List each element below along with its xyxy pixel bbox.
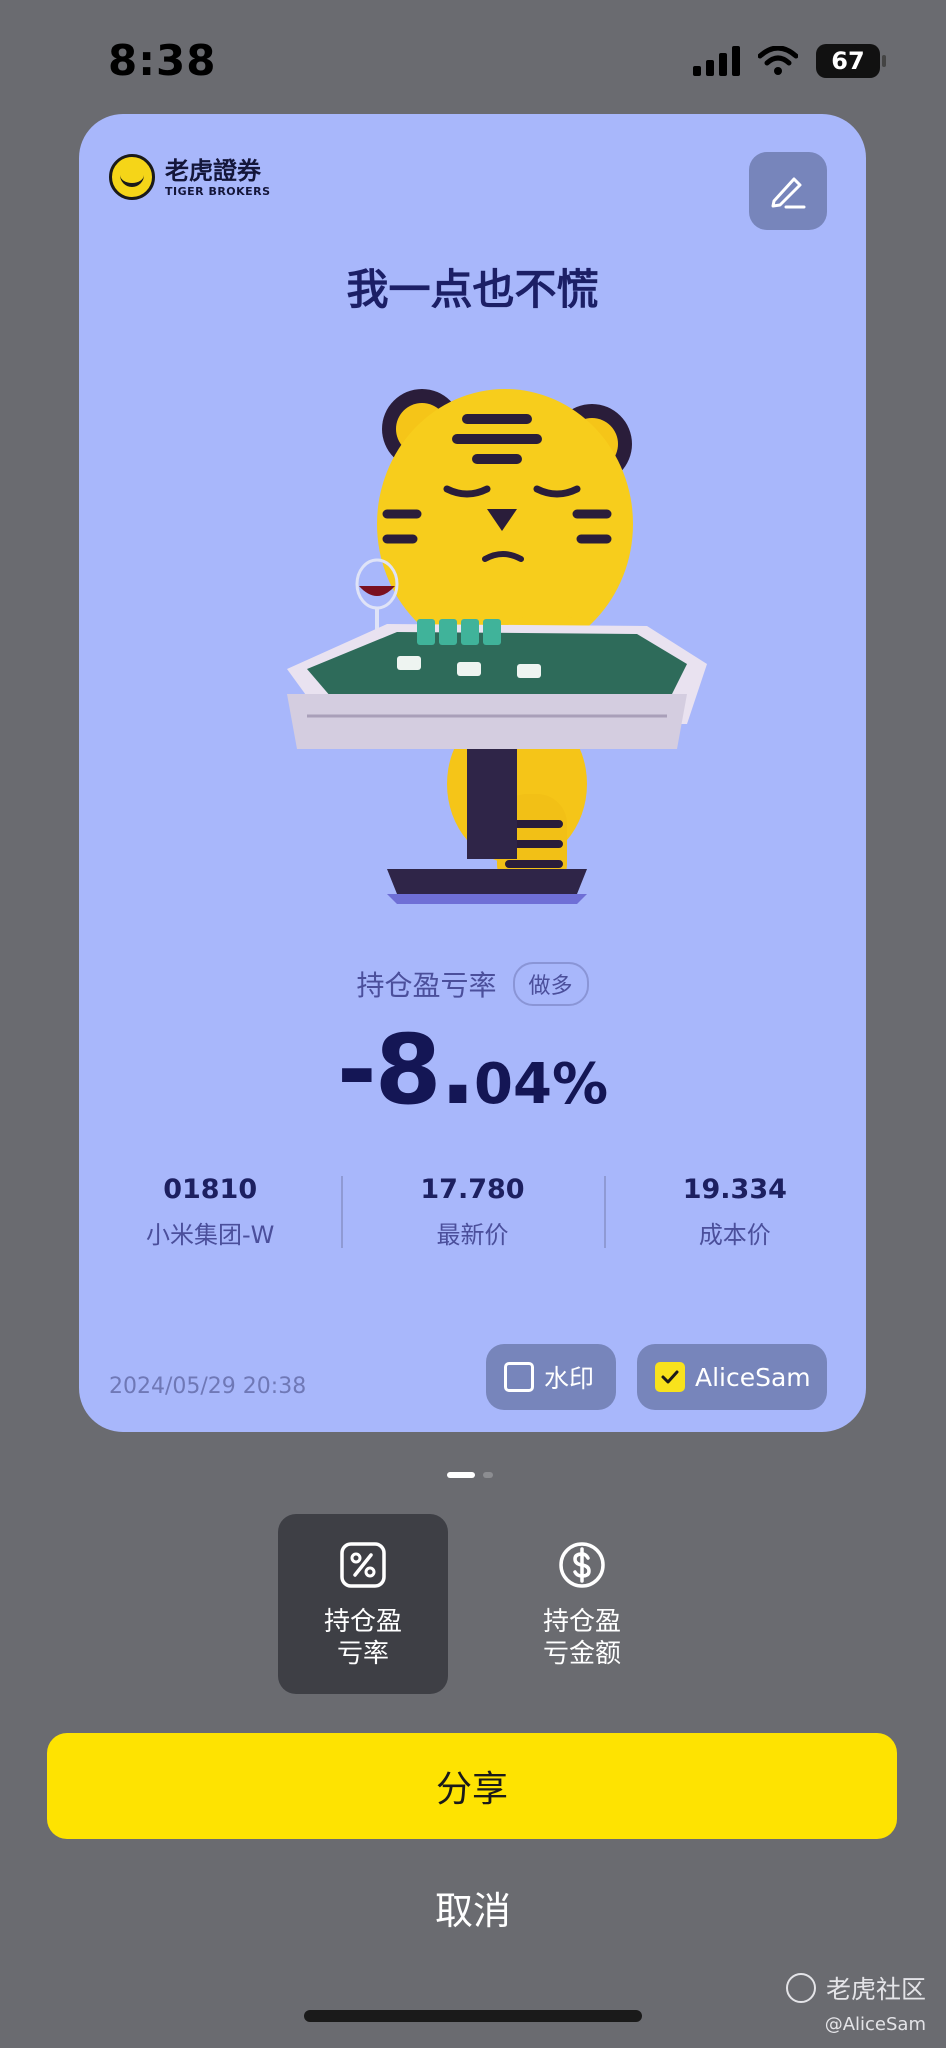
checkmark-icon: [661, 1370, 679, 1384]
stat-label: 成本价: [698, 1221, 771, 1249]
status-time: 8:38: [108, 36, 217, 85]
stat-value: 01810: [163, 1174, 258, 1205]
position-direction-badge: 做多: [512, 962, 589, 1006]
stat-latest-price: 17.780 最新价: [341, 1174, 603, 1250]
watermark-toggle[interactable]: 水印: [486, 1344, 616, 1410]
stat-value: 19.334: [682, 1174, 787, 1205]
metric-value: -8.04%: [79, 1014, 866, 1126]
tab-profit-ratio[interactable]: 持仓盈 亏率: [278, 1514, 448, 1694]
stat-label: 小米集团-W: [145, 1221, 275, 1249]
percent-icon: [340, 1542, 386, 1588]
community-watermark: 老虎社区: [785, 1970, 926, 2006]
username-checkbox[interactable]: [655, 1362, 685, 1392]
metric-label-row: 持仓盈亏率 做多: [79, 962, 866, 1006]
watermark-toggle-label: 水印: [544, 1364, 595, 1393]
tiger-logo-icon: [109, 154, 155, 200]
card-timestamp: 2024/05/29 20:38: [109, 1374, 307, 1399]
home-indicator[interactable]: [304, 2010, 642, 2022]
tab-profit-amount[interactable]: 持仓盈 亏金额: [497, 1514, 667, 1694]
stat-label: 最新价: [436, 1221, 509, 1249]
username-toggle[interactable]: AliceSam: [637, 1344, 827, 1410]
page-indicator: [447, 1472, 493, 1478]
metric-value-integer: -8.: [336, 1014, 476, 1126]
dollar-icon: [559, 1542, 605, 1588]
card-title: 我一点也不慌: [346, 265, 599, 314]
share-screen: 8:38 67 老虎證券 TIGER BROKERS 我一点也不慌 持仓盈亏率 …: [0, 0, 946, 2048]
page-dot: [483, 1472, 493, 1478]
edit-icon: [771, 177, 806, 209]
cancel-button[interactable]: 取消: [0, 1880, 946, 1935]
tab-label: 持仓盈 亏金额: [542, 1607, 621, 1669]
brand-logo: 老虎證券 TIGER BROKERS: [109, 154, 271, 200]
metric-value-decimal: 04%: [474, 1052, 609, 1117]
metric-label: 持仓盈亏率: [356, 969, 497, 1002]
username-toggle-label: AliceSam: [695, 1362, 811, 1392]
tab-label: 持仓盈 亏率: [323, 1607, 402, 1669]
community-handle: @AliceSam: [824, 2014, 926, 2035]
edit-button[interactable]: [749, 152, 827, 230]
watermark-checkbox[interactable]: [504, 1362, 534, 1392]
brand-name-en: TIGER BROKERS: [165, 184, 271, 198]
share-button[interactable]: 分享: [47, 1733, 897, 1839]
wifi-icon: [758, 46, 798, 75]
community-name: 老虎社区: [825, 1975, 926, 2004]
community-logo-icon: [785, 1973, 816, 2003]
cellular-signal-icon: [693, 46, 740, 76]
status-icons: 67: [693, 44, 886, 78]
battery-icon: 67: [816, 44, 886, 78]
stat-cost-price: 19.334 成本价: [603, 1174, 866, 1250]
share-card: 老虎證券 TIGER BROKERS 我一点也不慌 持仓盈亏率 做多 -8.04…: [79, 114, 866, 1432]
page-dot-active: [447, 1472, 475, 1478]
tiger-mascot-illustration: [287, 389, 707, 904]
stats-row: 01810 小米集团-W 17.780 最新价 19.334 成本价: [79, 1174, 866, 1250]
stat-symbol: 01810 小米集团-W: [79, 1174, 341, 1250]
stat-value: 17.780: [420, 1174, 525, 1205]
brand-name-cn: 老虎證券: [165, 156, 261, 185]
battery-level: 67: [831, 47, 865, 75]
